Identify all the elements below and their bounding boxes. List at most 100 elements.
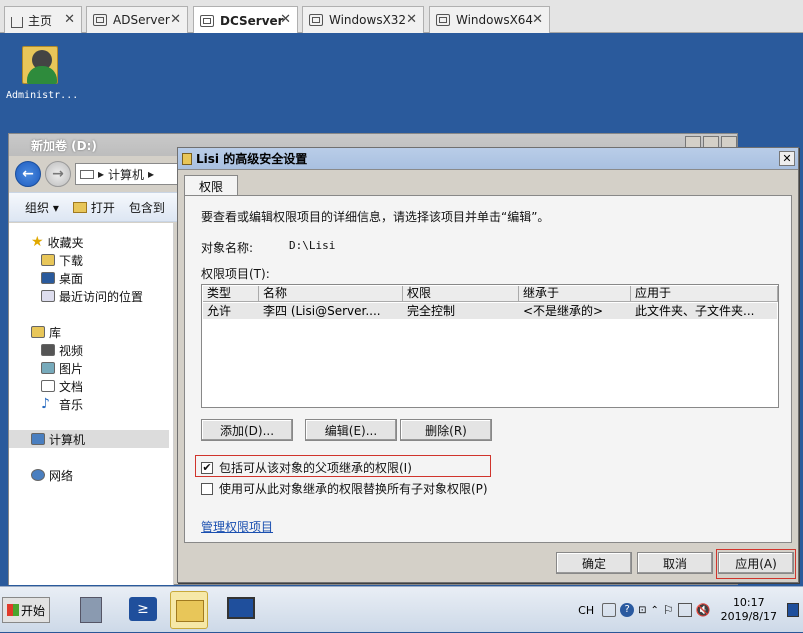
column-header-inherited-from[interactable]: 继承于: [519, 286, 631, 302]
desktop-icon-label: Administr...: [6, 90, 79, 101]
manage-permission-entries-link[interactable]: 管理权限项目: [201, 518, 273, 535]
monitor-icon: [227, 597, 255, 619]
column-header-type[interactable]: 类型: [203, 286, 259, 302]
close-icon[interactable]: ✕: [170, 12, 181, 27]
dialog-title: Lisi 的高级安全设置: [196, 152, 308, 166]
keyboard-icon[interactable]: [602, 603, 617, 617]
explorer-app[interactable]: [170, 591, 208, 629]
close-icon[interactable]: ✕: [406, 12, 417, 27]
sidebar-item-desktop[interactable]: 桌面: [41, 269, 83, 287]
picture-icon: [41, 362, 55, 374]
permissions-tab-panel: 要查看或编辑权限项目的详细信息，请选择该项目并单击“编辑”。 对象名称: D:\…: [184, 195, 792, 543]
folder-icon: [182, 152, 192, 165]
clock-date: 2019/8/17: [720, 610, 777, 623]
permission-entries-label: 权限项目(T):: [201, 267, 270, 281]
sidebar-item-network[interactable]: 网络: [31, 466, 73, 484]
column-header-applies-to[interactable]: 应用于: [631, 286, 778, 302]
table-cell: 李四 (Lisi@Server....: [263, 304, 381, 318]
address-text: 计算机: [108, 167, 145, 182]
replace-child-permissions-checkbox[interactable]: 使用可从此对象继承的权限替换所有子对象权限(P): [201, 480, 488, 497]
open-button[interactable]: 打开: [72, 199, 115, 216]
edit-button[interactable]: 编辑(E)...: [305, 419, 397, 441]
network-icon: [31, 469, 45, 481]
home-icon: [11, 16, 23, 28]
recent-icon: [41, 290, 55, 302]
close-icon[interactable]: ✕: [280, 12, 291, 27]
organize-menu[interactable]: 组织 ▾: [25, 199, 59, 216]
desktop-icon-administrator[interactable]: Administr...: [6, 40, 79, 101]
close-icon[interactable]: ✕: [532, 12, 543, 27]
column-header-permission[interactable]: 权限: [403, 286, 519, 302]
column-header-name[interactable]: 名称: [259, 286, 403, 302]
tab-windowsx64[interactable]: WindowsX64 ✕: [429, 6, 550, 33]
permission-entries-list[interactable]: 类型 名称 权限 继承于 应用于 允许 李四 (Lisi@Server.... …: [201, 284, 779, 408]
clock-time: 10:17: [732, 596, 765, 609]
system-tray: CH ? ⊡ ⌃ ⚐ 🔇 10:17 2019/8/17: [574, 587, 803, 633]
tab-permissions[interactable]: 权限: [184, 175, 238, 196]
user-folder-icon: [22, 40, 60, 84]
sidebar-item-documents[interactable]: 文档: [41, 377, 83, 395]
address-bar[interactable]: ▸ 计算机 ▸: [75, 163, 185, 185]
tab-adserver[interactable]: ADServer ✕: [86, 6, 188, 33]
flag-icon[interactable]: ⚐: [663, 603, 674, 617]
sidebar-item-videos[interactable]: 视频: [41, 341, 83, 359]
clock[interactable]: 10:17 2019/8/17: [715, 596, 783, 624]
delete-button[interactable]: 删除(R): [400, 419, 492, 441]
vm-icon: [436, 14, 450, 26]
folder-open-icon: [72, 201, 87, 213]
close-icon[interactable]: ✕: [64, 12, 75, 27]
sidebar-item-favorites[interactable]: ★ 收藏夹: [31, 233, 84, 251]
window-title: 新加卷 (D:): [31, 138, 97, 153]
tab-label: 主页: [28, 13, 53, 28]
server-icon: [80, 597, 102, 623]
tab-label: ADServer: [113, 13, 170, 27]
sidebar-item-libraries[interactable]: 库: [31, 323, 61, 341]
music-icon: ♪: [41, 396, 50, 412]
apply-button[interactable]: 应用(A): [718, 552, 794, 574]
library-icon: [31, 326, 45, 338]
back-button[interactable]: ←: [15, 161, 41, 187]
help-icon[interactable]: ?: [620, 603, 635, 617]
start-button[interactable]: 开始: [2, 597, 50, 623]
sidebar-item-computer[interactable]: 计算机: [9, 430, 169, 448]
computer-icon: [31, 433, 45, 445]
sidebar-item-downloads[interactable]: 下载: [41, 251, 83, 269]
star-icon: ★: [31, 234, 44, 250]
table-cell: <不是继承的>: [523, 304, 604, 318]
powershell-icon: ≥: [129, 597, 157, 621]
language-indicator[interactable]: CH: [574, 604, 598, 617]
add-button[interactable]: 添加(D)...: [201, 419, 293, 441]
server-manager-app[interactable]: [72, 591, 110, 629]
remote-desktop-app[interactable]: [222, 591, 260, 629]
sidebar-item-pictures[interactable]: 图片: [41, 359, 83, 377]
computer-icon: [80, 169, 94, 179]
chevron-right-icon: ▸: [148, 167, 155, 181]
sidebar-item-recent[interactable]: 最近访问的位置: [41, 287, 143, 305]
cancel-button[interactable]: 取消: [637, 552, 713, 574]
vm-tab-strip: 主页 ✕ ADServer ✕ DCServer ✕ WindowsX32 ✕ …: [0, 0, 803, 34]
tab-label: WindowsX32: [329, 13, 407, 27]
sidebar-item-music[interactable]: ♪ 音乐: [41, 395, 83, 413]
instruction-text: 要查看或编辑权限项目的详细信息，请选择该项目并单击“编辑”。: [201, 210, 550, 224]
include-in-library-menu[interactable]: 包含到: [129, 199, 165, 216]
object-name-label: 对象名称:: [201, 241, 254, 255]
tab-dcserver[interactable]: DCServer ✕: [193, 6, 298, 34]
show-desktop-icon[interactable]: [787, 603, 799, 617]
object-name-value: D:\Lisi: [289, 239, 336, 252]
checkbox-unchecked-icon: [201, 482, 213, 495]
powershell-app[interactable]: ≥: [124, 591, 162, 629]
windows-logo-icon: [7, 604, 19, 616]
forward-button[interactable]: →: [45, 161, 71, 187]
table-cell: 完全控制: [407, 304, 456, 318]
volume-muted-icon[interactable]: 🔇: [696, 603, 711, 617]
vm-icon: [200, 14, 214, 27]
network-status-icon[interactable]: [677, 603, 692, 617]
close-button[interactable]: ✕: [779, 151, 795, 166]
ok-button[interactable]: 确定: [556, 552, 632, 574]
options-icon[interactable]: ⊡: [638, 605, 646, 616]
tab-windowsx32[interactable]: WindowsX32 ✕: [302, 6, 424, 33]
chevron-up-icon[interactable]: ⌃: [650, 605, 658, 616]
inherit-permissions-checkbox[interactable]: ✔ 包括可从该对象的父项继承的权限(I): [201, 459, 412, 476]
dialog-title-bar: Lisi 的高级安全设置: [178, 148, 798, 170]
tab-home[interactable]: 主页 ✕: [4, 6, 82, 33]
